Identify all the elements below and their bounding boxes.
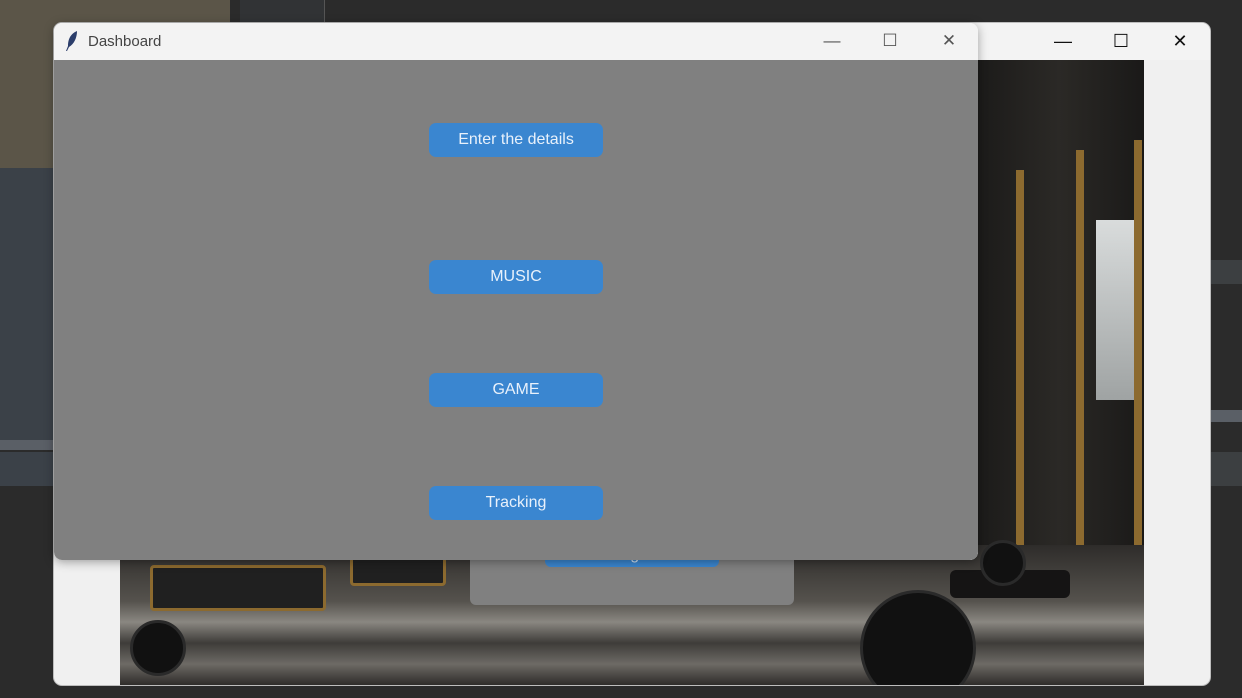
dashboard-body: Enter the details MUSIC GAME Tracking [54, 60, 978, 560]
close-button[interactable]: ✕ [921, 27, 977, 55]
maximize-button[interactable]: ☐ [862, 27, 918, 55]
window-title: Dashboard [88, 33, 162, 50]
feather-icon [66, 31, 77, 51]
treadmill [150, 565, 326, 611]
dumbbell [130, 620, 186, 676]
weight-ball [980, 540, 1026, 586]
minimize-button[interactable]: — [804, 27, 860, 55]
close-icon: ✕ [1172, 30, 1188, 51]
maximize-icon: ☐ [882, 31, 898, 50]
minimize-icon: — [823, 31, 841, 50]
minimize-button[interactable]: — [1035, 27, 1091, 55]
gym-frame [1134, 140, 1142, 570]
background-strip [1210, 452, 1242, 486]
close-icon: ✕ [941, 31, 957, 50]
music-button[interactable]: MUSIC [429, 260, 603, 294]
game-button[interactable]: GAME [429, 373, 603, 407]
minimize-icon: — [1054, 30, 1072, 51]
dashboard-window: Dashboard — ☐ ✕ Enter the details MUSIC … [54, 23, 978, 560]
dashboard-titlebar: Dashboard — ☐ ✕ [54, 23, 978, 60]
gym-window [1096, 220, 1136, 400]
background-strip [0, 440, 54, 450]
background-strip [0, 452, 54, 486]
tracking-button[interactable]: Tracking [429, 486, 603, 520]
maximize-button[interactable]: ☐ [1093, 27, 1149, 55]
background-strip [1210, 410, 1242, 422]
editor-gutter [240, 0, 325, 24]
maximize-icon: ☐ [1112, 30, 1130, 51]
enter-details-button[interactable]: Enter the details [429, 123, 603, 157]
close-button[interactable]: ✕ [1152, 27, 1208, 55]
gym-frame [1016, 170, 1024, 570]
background-editor [230, 0, 1242, 24]
gym-frame [1076, 150, 1084, 570]
background-strip [1210, 260, 1242, 284]
